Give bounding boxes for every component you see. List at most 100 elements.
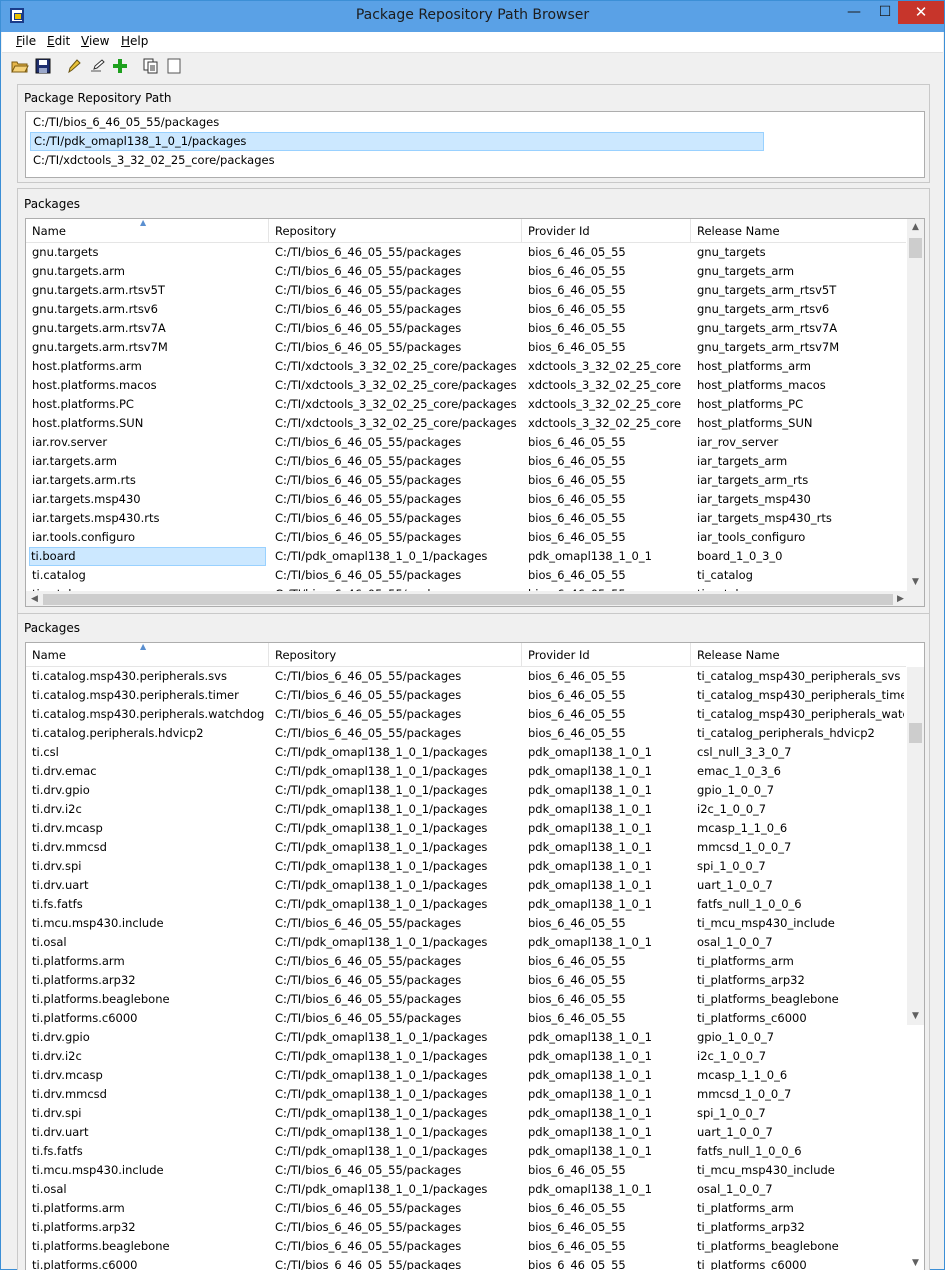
table-row[interactable]: ti.drv.mmcsd C:/TI/pdk_omapl138_1_0_1/pac… <box>26 838 906 857</box>
title-bar[interactable]: Package Repository Path Browser — ☐ ✕ <box>1 1 944 32</box>
table-row[interactable]: gnu.targets.arm.rtsv5T C:/TI/bios_6_46_05… <box>26 281 906 300</box>
repository-path-item[interactable]: C:/TI/bios_6_46_05_55/packages <box>30 113 764 132</box>
column-header-release-name[interactable]: Release Name <box>691 219 906 243</box>
cell-repository: C:/TI/xdctools_3_32_02_25_core/packages <box>275 359 517 373</box>
table-row[interactable]: ti.platforms.c6000 C:/TI/bios_6_46_05_55/… <box>26 1256 906 1270</box>
pencil-icon[interactable] <box>64 57 82 75</box>
table-row[interactable]: ti.osal C:/TI/pdk_omapl138_1_0_1/packages… <box>26 933 906 952</box>
scroll-right-arrow-icon[interactable]: ▶ <box>892 591 909 606</box>
packages-table-top[interactable]: ▲ Name Repository Provider Id Release Nam… <box>25 218 925 607</box>
table-row[interactable]: gnu.targets C:/TI/bios_6_46_05_55/package… <box>26 243 906 262</box>
close-button[interactable]: ✕ <box>898 1 944 24</box>
scroll-down-arrow-icon[interactable]: ▼ <box>907 1008 924 1025</box>
save-icon[interactable] <box>34 57 52 75</box>
table-row[interactable]: gnu.targets.arm.rtsv6 C:/TI/bios_6_46_05_… <box>26 300 906 319</box>
maximize-button[interactable]: ☐ <box>870 1 900 24</box>
repository-path-item-selected[interactable]: C:/TI/pdk_omapl138_1_0_1/packages <box>30 132 764 151</box>
repository-path-item[interactable]: C:/TI/xdctools_3_32_02_25_core/packages <box>30 151 764 170</box>
table-row[interactable]: iar.tools.configuro C:/TI/bios_6_46_05_55… <box>26 528 906 547</box>
column-header-name[interactable]: ▲ Name <box>26 643 269 667</box>
table-row[interactable]: ti.catalog.peripherals.hdvicp2 C:/TI/bios… <box>26 724 906 743</box>
cell-release-name: ti_platforms_arp32 <box>697 1220 805 1234</box>
table-row[interactable]: ti.platforms.c6000 C:/TI/bios_6_46_05_55/… <box>26 1009 906 1028</box>
vertical-scrollbar[interactable]: ▲ ▼ <box>907 219 924 591</box>
menu-edit[interactable]: Edit <box>47 34 70 48</box>
table-row[interactable]: ti.platforms.arm C:/TI/bios_6_46_05_55/pa… <box>26 1199 906 1218</box>
packages-table-bottom[interactable]: ▲ Name Repository Provider Id Release Nam… <box>25 642 925 1270</box>
scrollbar-thumb[interactable] <box>43 594 893 605</box>
menu-help[interactable]: Help <box>121 34 148 48</box>
table-row[interactable]: ti.fs.fatfs C:/TI/pdk_omapl138_1_0_1/pack… <box>26 895 906 914</box>
add-icon[interactable] <box>111 57 129 75</box>
scroll-down-arrow-icon[interactable]: ▼ <box>907 574 924 591</box>
cell-provider-id: bios_6_46_05_55 <box>528 1220 626 1234</box>
table-row[interactable]: ti.platforms.arp32 C:/TI/bios_6_46_05_55/… <box>26 971 906 990</box>
table-row[interactable]: ti.drv.mcasp C:/TI/pdk_omapl138_1_0_1/pac… <box>26 1066 906 1085</box>
table-row[interactable]: host.platforms.arm C:/TI/xdctools_3_32_02… <box>26 357 906 376</box>
vertical-scrollbar[interactable]: ▼ <box>907 643 924 1025</box>
minimize-button[interactable]: — <box>839 1 869 24</box>
cell-repository: C:/TI/bios_6_46_05_55/packages <box>275 726 462 740</box>
column-header-provider-id[interactable]: Provider Id <box>522 643 691 667</box>
cell-repository: C:/TI/pdk_omapl138_1_0_1/packages <box>275 802 488 816</box>
table-row[interactable]: ti.board C:/TI/pdk_omapl138_1_0_1/package… <box>26 547 906 566</box>
horizontal-scrollbar[interactable]: ◀ ▶ <box>26 591 924 606</box>
scroll-up-arrow-icon[interactable]: ▲ <box>907 219 924 236</box>
scroll-left-arrow-icon[interactable]: ◀ <box>26 591 43 606</box>
column-header-release-name[interactable]: Release Name <box>691 643 906 667</box>
table-row[interactable]: ti.drv.spi C:/TI/pdk_omapl138_1_0_1/packa… <box>26 857 906 876</box>
table-row[interactable]: iar.rov.server C:/TI/bios_6_46_05_55/pack… <box>26 433 906 452</box>
table-row[interactable]: ti.mcu.msp430.include C:/TI/bios_6_46_05_… <box>26 914 906 933</box>
table-row[interactable]: ti.platforms.arp32 C:/TI/bios_6_46_05_55/… <box>26 1218 906 1237</box>
table-row[interactable]: ti.catalog C:/TI/bios_6_46_05_55/packages… <box>26 566 906 585</box>
table-row[interactable]: ti.fs.fatfs C:/TI/pdk_omapl138_1_0_1/pack… <box>26 1142 906 1161</box>
table-row[interactable]: ti.osal C:/TI/pdk_omapl138_1_0_1/packages… <box>26 1180 906 1199</box>
scrollbar-thumb[interactable] <box>909 723 922 743</box>
scrollbar-thumb[interactable] <box>909 238 922 258</box>
table-row[interactable]: ti.catalog.msp430.peripherals.watchdog C:… <box>26 705 906 724</box>
column-header-provider-id[interactable]: Provider Id <box>522 219 691 243</box>
scroll-up-arrow-icon[interactable] <box>907 643 924 660</box>
table-row[interactable]: gnu.targets.arm.rtsv7M C:/TI/bios_6_46_05… <box>26 338 906 357</box>
vertical-scrollbar-lower[interactable]: ▼ <box>907 1025 924 1270</box>
scroll-down-arrow-icon[interactable]: ▼ <box>907 1255 924 1270</box>
table-row[interactable]: ti.drv.uart C:/TI/pdk_omapl138_1_0_1/pack… <box>26 876 906 895</box>
table-row[interactable]: ti.csl C:/TI/pdk_omapl138_1_0_1/packages p… <box>26 743 906 762</box>
table-row[interactable]: ti.platforms.arm C:/TI/bios_6_46_05_55/pa… <box>26 952 906 971</box>
table-row[interactable]: ti.drv.i2c C:/TI/pdk_omapl138_1_0_1/packa… <box>26 800 906 819</box>
table-row[interactable]: ti.mcu.msp430.include C:/TI/bios_6_46_05_… <box>26 1161 906 1180</box>
menu-view[interactable]: View <box>81 34 109 48</box>
table-row[interactable]: ti.catalog.msp430.peripherals.svs C:/TI/b… <box>26 667 906 686</box>
table-row[interactable]: ti.drv.gpio C:/TI/pdk_omapl138_1_0_1/pack… <box>26 1028 906 1047</box>
cell-release-name: ti_platforms_arp32 <box>697 973 805 987</box>
table-row[interactable]: ti.platforms.beaglebone C:/TI/bios_6_46_0… <box>26 1237 906 1256</box>
table-row[interactable]: ti.drv.gpio C:/TI/pdk_omapl138_1_0_1/pack… <box>26 781 906 800</box>
edit-icon[interactable] <box>88 57 106 75</box>
table-row[interactable]: ti.platforms.beaglebone C:/TI/bios_6_46_0… <box>26 990 906 1009</box>
table-row[interactable]: host.platforms.SUN C:/TI/xdctools_3_32_02… <box>26 414 906 433</box>
cell-name: gnu.targets.arm.rtsv7A <box>32 321 166 335</box>
table-row[interactable]: iar.targets.arm C:/TI/bios_6_46_05_55/pac… <box>26 452 906 471</box>
table-row[interactable]: host.platforms.macos C:/TI/xdctools_3_32_… <box>26 376 906 395</box>
column-header-repository[interactable]: Repository <box>269 643 522 667</box>
table-row[interactable]: gnu.targets.arm C:/TI/bios_6_46_05_55/pac… <box>26 262 906 281</box>
new-document-icon[interactable] <box>165 57 183 75</box>
table-row[interactable]: ti.drv.mcasp C:/TI/pdk_omapl138_1_0_1/pac… <box>26 819 906 838</box>
column-header-repository[interactable]: Repository <box>269 219 522 243</box>
copy-icon[interactable] <box>142 57 160 75</box>
table-row[interactable]: ti.drv.spi C:/TI/pdk_omapl138_1_0_1/packa… <box>26 1104 906 1123</box>
menu-file[interactable]: File <box>16 34 36 48</box>
open-folder-icon[interactable] <box>11 57 29 75</box>
table-row[interactable]: ti.drv.uart C:/TI/pdk_omapl138_1_0_1/pack… <box>26 1123 906 1142</box>
table-row[interactable]: ti.catalog.msp430.peripherals.timer C:/TI… <box>26 686 906 705</box>
table-row[interactable]: ti.drv.i2c C:/TI/pdk_omapl138_1_0_1/packa… <box>26 1047 906 1066</box>
table-row[interactable]: ti.drv.mmcsd C:/TI/pdk_omapl138_1_0_1/pac… <box>26 1085 906 1104</box>
table-row[interactable]: iar.targets.msp430.rts C:/TI/bios_6_46_05… <box>26 509 906 528</box>
repository-path-list[interactable]: C:/TI/bios_6_46_05_55/packages C:/TI/pdk… <box>25 111 925 178</box>
table-row[interactable]: gnu.targets.arm.rtsv7A C:/TI/bios_6_46_05… <box>26 319 906 338</box>
table-row[interactable]: iar.targets.msp430 C:/TI/bios_6_46_05_55/… <box>26 490 906 509</box>
column-header-name[interactable]: ▲ Name <box>26 219 269 243</box>
table-row[interactable]: iar.targets.arm.rts C:/TI/bios_6_46_05_55… <box>26 471 906 490</box>
table-row[interactable]: ti.drv.emac C:/TI/pdk_omapl138_1_0_1/pack… <box>26 762 906 781</box>
table-row[interactable]: host.platforms.PC C:/TI/xdctools_3_32_02_… <box>26 395 906 414</box>
